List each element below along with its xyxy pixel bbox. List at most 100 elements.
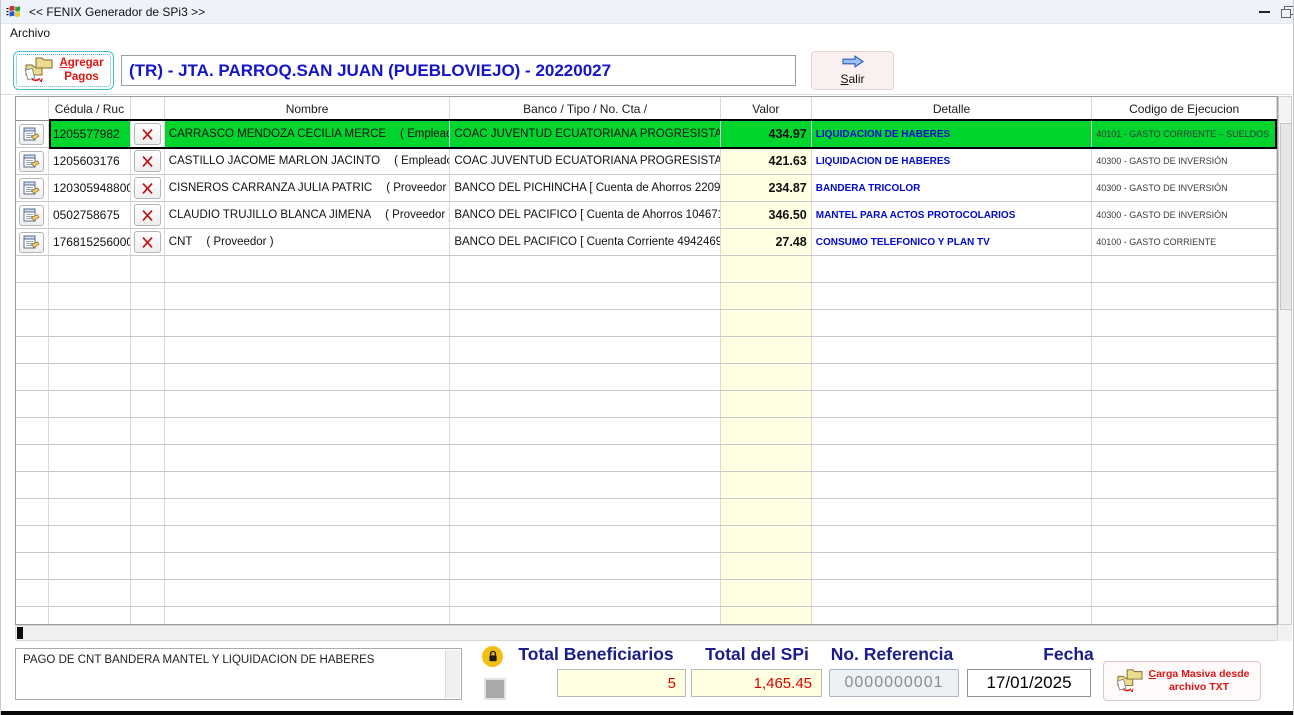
empty-cell [49,418,131,444]
empty-cell [16,391,49,417]
empty-cell [16,337,49,363]
empty-cell [721,526,812,552]
note-scrollbar[interactable] [445,650,460,698]
empty-cell [812,553,1093,579]
table-row-empty[interactable] [16,256,1277,283]
table-row[interactable]: 0502758675 CLAUDIO TRUJILLO BLANCA JIMENA… [16,202,1277,229]
fecha-field[interactable]: 17/01/2025 [967,669,1091,697]
app-window: << FENIX Generador de SPi3 >> Archivo [0,0,1294,715]
table-row-empty[interactable] [16,553,1277,580]
vertical-scrollbar[interactable] [1278,96,1292,625]
empty-cell [165,445,451,471]
table-row[interactable]: 1205603176 CASTILLO JACOME MARLON JACINTO… [16,148,1277,175]
nombre-cell: CASTILLO JACOME MARLON JACINTO( Empleado… [165,148,451,174]
add-pagos-folder-icon [23,55,54,86]
row-delete-button[interactable] [134,231,161,253]
payment-note-input[interactable]: PAGO DE CNT BANDERA MANTEL Y LIQUIDACION… [15,648,462,700]
row-edit-form-icon [23,154,40,169]
valor-cell: 421.63 [721,148,812,174]
agregar-pagos-button[interactable]: Agregar Pagos [13,51,114,90]
delete-x-icon [141,155,154,168]
row-edit-cell [16,202,49,228]
total-beneficiarios-label: Total Beneficiarios [506,644,686,665]
empty-cell [1092,445,1277,471]
nombre-cell: CLAUDIO TRUJILLO BLANCA JIMENA( Proveedo… [165,202,451,228]
empty-cell [450,310,721,336]
empty-cell [16,607,49,625]
horizontal-scrollbar-thumb[interactable] [17,627,23,639]
empty-cell [812,418,1093,444]
restore-icon [1281,6,1294,19]
table-row[interactable]: 1768152560001CNT( Proveedor )BANCO DEL P… [16,229,1277,256]
row-edit-button[interactable] [19,205,44,226]
carga-folder-icon [1115,667,1144,696]
column-header: Banco / Tipo / No. Cta / [450,97,721,120]
table-row[interactable]: 1203059488001CISNEROS CARRANZA JULIA PAT… [16,175,1277,202]
row-edit-button[interactable] [19,232,44,253]
empty-cell [165,526,451,552]
table-row[interactable]: 1205577982CARRASCO MENDOZA CECILIA MERCE… [16,121,1277,148]
table-row-empty[interactable] [16,310,1277,337]
table-row-empty[interactable] [16,526,1277,553]
window-title: << FENIX Generador de SPi3 >> [29,5,205,19]
row-edit-button[interactable] [19,151,44,172]
carga-masiva-button[interactable]: Carga Masiva desde archivo TXT [1103,661,1261,701]
salir-button[interactable]: Salir [811,51,894,90]
empty-cell [165,580,451,606]
total-spi-field[interactable]: 1,465.45 [691,669,822,697]
lock-icon [487,650,499,663]
table-row-empty[interactable] [16,607,1277,625]
no-referencia-field[interactable]: 0000000001 [829,669,959,697]
table-row-empty[interactable] [16,283,1277,310]
table-row-empty[interactable] [16,499,1277,526]
row-delete-button[interactable] [134,204,161,226]
row-edit-cell [16,148,49,174]
table-row-empty[interactable] [16,580,1277,607]
empty-cell [450,472,721,498]
valor-cell: 27.48 [721,229,812,255]
empty-cell [16,472,49,498]
empty-cell [812,580,1093,606]
empty-cell [812,445,1093,471]
row-delete-button[interactable] [134,177,161,199]
empty-cell [1092,580,1277,606]
empty-cell [1092,526,1277,552]
banco-cell: COAC JUVENTUD ECUATORIANA PROGRESISTA LT… [450,121,721,147]
empty-cell [721,499,812,525]
carga-masiva-label: Carga Masiva desde archivo TXT [1149,668,1250,693]
empty-cell [16,364,49,390]
table-row-empty[interactable] [16,418,1277,445]
cedula-cell: 0502758675 [49,202,131,228]
empty-cell [165,310,451,336]
table-row-empty[interactable] [16,391,1277,418]
vertical-scrollbar-thumb[interactable] [1280,123,1292,310]
minimize-button[interactable] [1247,0,1281,24]
detalle-cell: BANDERA TRICOLOR [812,175,1093,201]
empty-cell [131,526,165,552]
entity-title-field[interactable]: (TR) - JTA. PARROQ.SAN JUAN (PUEBLOVIEJO… [121,55,796,86]
column-header: Valor [721,97,812,120]
empty-cell [165,391,451,417]
empty-cell [16,256,49,282]
row-edit-button[interactable] [19,178,44,199]
empty-cell [812,391,1093,417]
empty-cell [1092,607,1277,625]
empty-cell [49,553,131,579]
empty-cell [450,499,721,525]
row-edit-form-icon [23,181,40,196]
menu-archivo[interactable]: Archivo [1,24,59,42]
table-row-empty[interactable] [16,445,1277,472]
row-edit-button[interactable] [19,124,44,145]
row-delete-button[interactable] [134,123,161,145]
horizontal-scrollbar[interactable] [15,625,1278,641]
restore-button[interactable] [1281,0,1294,24]
detalle-cell: MANTEL PARA ACTOS PROTOCOLARIOS [812,202,1093,228]
empty-cell [16,445,49,471]
empty-cell [165,553,451,579]
total-beneficiarios-field[interactable]: 5 [557,669,686,697]
cedula-cell: 1205603176 [49,148,131,174]
table-row-empty[interactable] [16,337,1277,364]
table-row-empty[interactable] [16,472,1277,499]
table-row-empty[interactable] [16,364,1277,391]
row-delete-button[interactable] [134,150,161,172]
